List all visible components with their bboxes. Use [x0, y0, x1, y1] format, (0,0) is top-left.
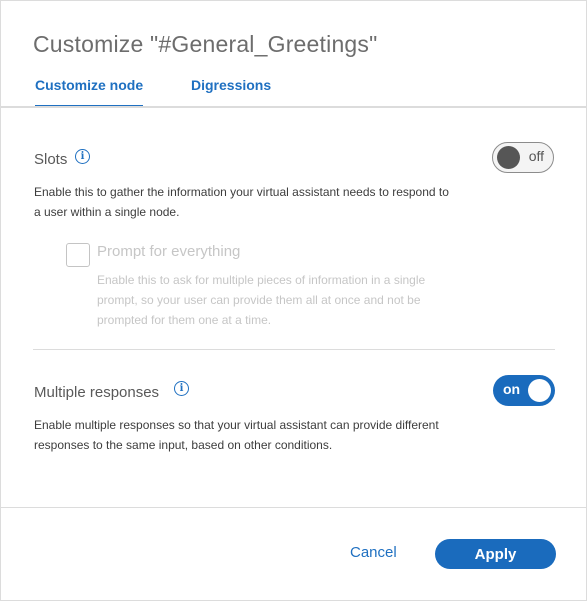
prompt-for-everything-checkbox[interactable]: [66, 243, 90, 267]
footer-divider: [1, 507, 587, 508]
multiple-responses-description-line: responses to the same input, based on ot…: [34, 438, 333, 452]
multiple-responses-description-line: Enable multiple responses so that your v…: [34, 418, 439, 432]
slots-description: Enable this to gather the information yo…: [34, 182, 449, 222]
info-icon[interactable]: i: [174, 381, 189, 396]
toggle-state-text: on: [503, 381, 521, 397]
prompt-for-everything-label: Prompt for everything: [97, 243, 241, 260]
prompt-description-line: prompt, so your user can provide them al…: [97, 293, 421, 307]
apply-button[interactable]: Apply: [435, 539, 556, 569]
prompt-for-everything-description: Enable this to ask for multiple pieces o…: [97, 270, 477, 330]
slots-toggle[interactable]: off: [492, 142, 554, 173]
info-icon[interactable]: i: [75, 149, 90, 164]
slots-description-line: a user within a single node.: [34, 205, 180, 219]
multiple-responses-toggle[interactable]: on: [493, 375, 555, 406]
multiple-responses-label: Multiple responses: [34, 384, 160, 401]
slots-label: Slots: [34, 151, 68, 168]
tab-bar: Customize node Digressions: [1, 73, 587, 109]
slots-description-line: Enable this to gather the information yo…: [34, 185, 449, 199]
prompt-description-line: Enable this to ask for multiple pieces o…: [97, 273, 426, 287]
customize-node-dialog: Customize "#General_Greetings" Customize…: [0, 0, 587, 601]
toggle-knob: [528, 379, 551, 402]
dialog-title: Customize "#General_Greetings": [33, 31, 378, 57]
toggle-state-text: off: [528, 148, 544, 164]
tab-digressions[interactable]: Digressions: [191, 73, 271, 107]
prompt-description-line: prompted for them one at a time.: [97, 313, 272, 327]
cancel-button[interactable]: Cancel: [350, 544, 397, 561]
section-divider: [33, 349, 555, 350]
tab-customize-node[interactable]: Customize node: [35, 73, 144, 107]
multiple-responses-description: Enable multiple responses so that your v…: [34, 415, 439, 455]
tab-divider: [1, 106, 587, 108]
toggle-knob: [497, 146, 520, 169]
